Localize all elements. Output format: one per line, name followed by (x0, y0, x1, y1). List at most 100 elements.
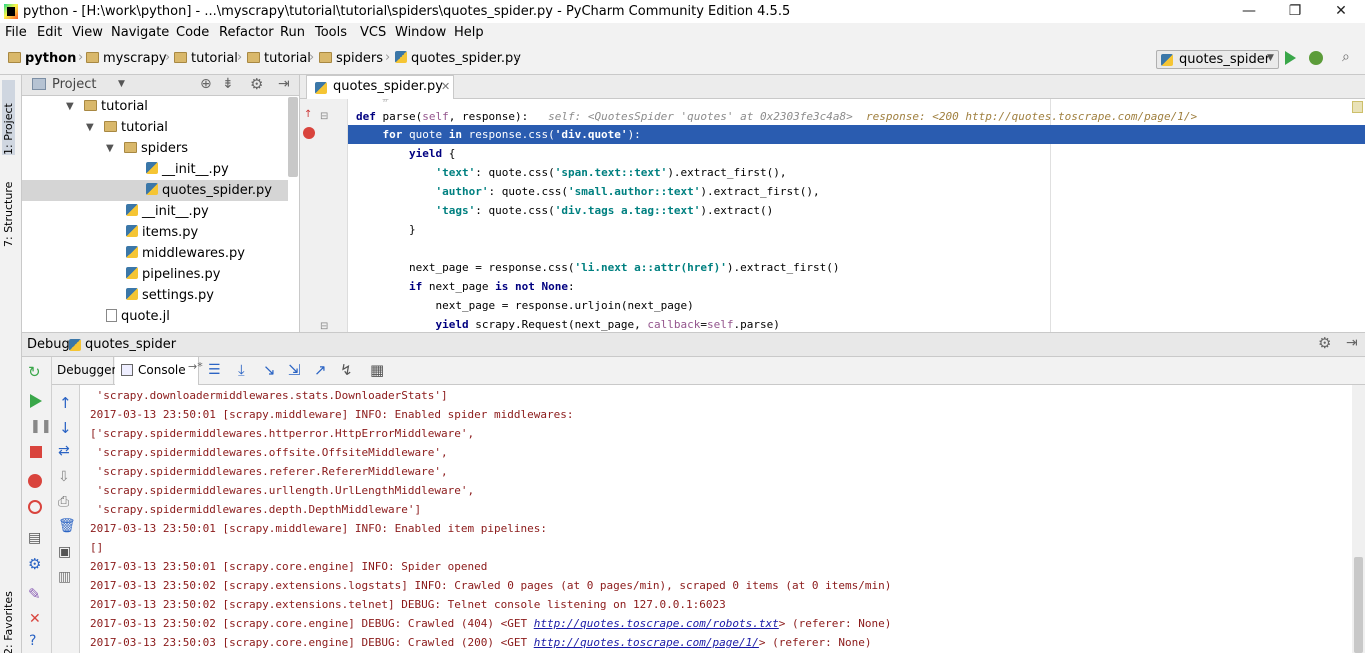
tree-item-items[interactable]: items.py (22, 222, 299, 243)
tree-item-tutorial-pkg[interactable]: ▼ tutorial (22, 117, 299, 138)
restore-layout-icon[interactable]: ▤ (28, 530, 41, 546)
resume-icon[interactable] (30, 394, 42, 408)
step-into-my-code-icon[interactable]: ⇲ (288, 361, 301, 379)
code-editor[interactable]: ↑ ⊟ ⊟ # ··· def parse(self, response): s… (300, 99, 1365, 332)
left-tool-stripe: 1: Project 7: Structure 2: Favorites (0, 75, 22, 653)
project-view-select[interactable]: Project (52, 77, 96, 92)
menu-file[interactable]: File (5, 25, 27, 40)
fold-icon[interactable]: ⊟ (320, 111, 328, 122)
expanded-arrow-icon: ▼ (86, 122, 94, 133)
show-execution-point-icon[interactable]: ☰ (208, 362, 221, 378)
tree-item-middlewares[interactable]: middlewares.py (22, 243, 299, 264)
hide-panel-icon[interactable]: ⇥ (1346, 335, 1358, 351)
console-line: 2017-03-13 23:50:02 [scrapy.extensions.l… (90, 579, 892, 592)
debug-bug-icon[interactable] (1309, 51, 1323, 65)
gear-icon[interactable]: ⚙ (1318, 334, 1331, 352)
chevron-right-icon: › (165, 50, 171, 65)
tree-item-quotes-spider[interactable]: quotes_spider.py (22, 180, 288, 201)
console-toolbar: ↑ ↓ ⇄ ⇩ ⎙ 🗑 ▣ ▥ (52, 385, 80, 653)
console-scrollbar[interactable] (1352, 385, 1365, 653)
crumb-quotes-spider[interactable]: quotes_spider.py (395, 51, 521, 66)
step-over-icon[interactable]: ⤓ (238, 361, 245, 379)
open-file-icon[interactable]: ▥ (58, 569, 71, 585)
run-icon[interactable] (1285, 51, 1296, 65)
step-into-icon[interactable]: ↘ (263, 361, 276, 379)
menu-run[interactable]: Run (280, 25, 305, 40)
close-debug-icon[interactable]: ✕ (29, 611, 41, 627)
crumb-python[interactable]: python (8, 51, 76, 66)
tree-item-settings[interactable]: settings.py (22, 285, 299, 306)
crumb-myscrapy[interactable]: myscrapy (86, 51, 167, 66)
step-out-icon[interactable]: ↗ (314, 361, 327, 379)
menu-navigate[interactable]: Navigate (111, 25, 169, 40)
console-link[interactable]: http://quotes.toscrape.com/robots.txt (534, 617, 779, 630)
fold-icon[interactable]: ⊟ (320, 321, 328, 332)
tab-quotes-spider[interactable]: quotes_spider.py ✕ (306, 75, 454, 100)
minimize-button[interactable]: — (1226, 0, 1272, 23)
tree-item-tutorial[interactable]: ▼ tutorial (22, 96, 299, 117)
menu-code[interactable]: Code (176, 25, 209, 40)
stop-icon[interactable] (30, 446, 42, 458)
maximize-button[interactable]: ❐ (1272, 0, 1318, 23)
chevron-down-icon[interactable]: ▼ (118, 79, 125, 89)
menu-tools[interactable]: Tools (315, 25, 347, 40)
gear-icon[interactable]: ⚙ (250, 75, 263, 93)
run-to-cursor-icon[interactable]: ↯ (340, 361, 353, 379)
menu-help[interactable]: Help (454, 25, 484, 40)
tree-item-pipelines[interactable]: pipelines.py (22, 264, 299, 285)
menu-vcs[interactable]: VCS (360, 25, 386, 40)
project-scrollbar[interactable] (288, 97, 298, 177)
collapse-all-icon[interactable]: ⇟ (222, 76, 234, 92)
python-console-icon[interactable]: ▣ (58, 544, 71, 560)
override-marker-icon: ↑ (304, 109, 313, 120)
menu-window[interactable]: Window (395, 25, 446, 40)
clear-all-icon[interactable]: 🗑 (58, 518, 76, 534)
crumb-tutorial[interactable]: tutorial (174, 51, 238, 66)
soft-wrap-icon[interactable]: ⇄ (58, 443, 70, 459)
close-tab-icon[interactable]: ✕ (441, 80, 450, 93)
menu-view[interactable]: View (72, 25, 103, 40)
console-output[interactable]: 'scrapy.downloadermiddlewares.stats.Down… (80, 385, 1352, 653)
tree-item-spiders[interactable]: ▼ spiders (22, 138, 299, 159)
breakpoint-icon[interactable] (303, 127, 315, 139)
pin-tab-icon[interactable]: ✎ (28, 585, 41, 603)
console-scroll-thumb[interactable] (1354, 557, 1363, 653)
console-line: 'scrapy.spidermiddlewares.depth.DepthMid… (90, 503, 422, 516)
mute-breakpoints-icon[interactable] (28, 500, 42, 514)
tree-item-spiders-init[interactable]: __init__.py (22, 159, 299, 180)
tab-debugger[interactable]: Debugger (52, 357, 116, 385)
tree-item-init[interactable]: __init__.py (22, 201, 299, 222)
settings-icon[interactable]: ⚙ (28, 555, 41, 573)
sync-icon[interactable]: ⊕ (200, 76, 212, 92)
rerun-icon[interactable]: ↻ (28, 363, 41, 381)
tab-favorites[interactable]: 2: Favorites (2, 591, 15, 653)
hide-panel-icon[interactable]: ⇥ (278, 76, 290, 92)
run-config-select[interactable]: quotes_spider ▼ (1156, 50, 1279, 69)
editor-gutter: ↑ ⊟ ⊟ (300, 99, 348, 332)
pause-icon[interactable]: ❚❚ (30, 419, 52, 434)
close-button[interactable]: ✕ (1318, 0, 1364, 23)
menu-edit[interactable]: Edit (37, 25, 62, 40)
folder-icon (124, 142, 137, 153)
print-icon[interactable]: ⎙ (58, 494, 69, 510)
code-line-text: 'text': quote.css('span.text::text').ext… (435, 166, 787, 179)
tab-structure[interactable]: 7: Structure (2, 167, 15, 247)
tab-console[interactable]: Console →* (115, 357, 203, 385)
crumb-tutorial-2[interactable]: tutorial (247, 51, 311, 66)
crumb-spiders[interactable]: spiders (319, 51, 383, 66)
scroll-to-end-icon[interactable]: ⇩ (58, 469, 70, 485)
down-arrow-icon[interactable]: ↓ (59, 419, 72, 437)
tab-project[interactable]: 1: Project (2, 80, 15, 155)
tree-item-quote-jl[interactable]: quote.jl (22, 306, 299, 327)
view-breakpoints-icon[interactable] (28, 474, 42, 488)
inspection-status-icon[interactable] (1352, 101, 1363, 113)
up-arrow-icon[interactable]: ↑ (59, 394, 72, 412)
console-link[interactable]: http://quotes.toscrape.com/page/1/ (534, 636, 759, 649)
python-file-icon (126, 246, 138, 258)
help-icon[interactable]: ? (29, 633, 36, 649)
menu-refactor[interactable]: Refactor (219, 25, 274, 40)
search-icon[interactable]: ⌕ (1342, 49, 1350, 65)
python-file-icon (69, 339, 81, 351)
evaluate-expression-icon[interactable]: ▦ (370, 361, 384, 379)
code-line-urljoin: next_page = response.urljoin(next_page) (356, 299, 694, 312)
